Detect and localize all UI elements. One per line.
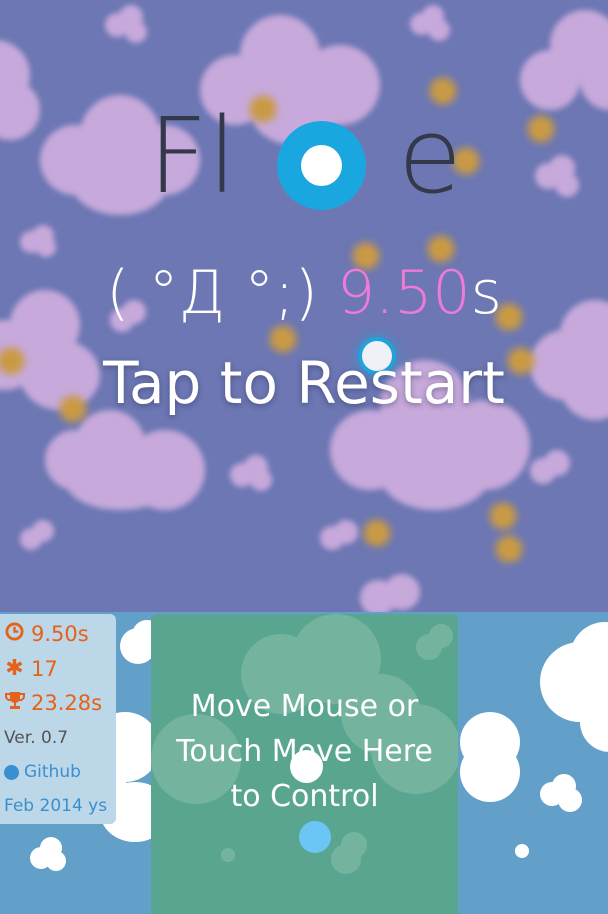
survival-time: 9.50 (336, 258, 471, 328)
stat-time: 9.50s (4, 622, 89, 646)
stat-stars: ✱ 17 (4, 656, 58, 681)
logo-ball-icon (277, 121, 366, 210)
touch-control-pad[interactable]: Move Mouse or Touch Move Here to Control (151, 614, 458, 914)
instruction-line: Move Mouse or (190, 689, 419, 724)
control-instructions: Move Mouse or Touch Move Here to Control (151, 684, 458, 819)
game-area[interactable]: Fl e ( °Д °;) 9.50s Tap to Restart (0, 0, 608, 612)
face-emoticon: ( °Д °;) (106, 258, 318, 328)
instruction-line: Touch Move Here (176, 734, 433, 769)
trophy-icon (4, 690, 25, 715)
instruction-line: to Control (230, 779, 379, 814)
star-pickup (366, 522, 388, 544)
release-date: Feb 2014 ys (4, 796, 108, 816)
control-cursor (299, 821, 331, 853)
github-link-label: Github (24, 762, 81, 782)
stat-best-value: 23.28s (31, 690, 103, 715)
star-pickup (498, 538, 520, 560)
version-label: Ver. 0.7 (4, 728, 69, 748)
github-link[interactable]: Github (4, 762, 81, 782)
asterisk-icon: ✱ (5, 656, 24, 681)
clock-icon (4, 622, 25, 646)
stats-panel: 9.50s ✱ 17 23.28s Ver. 0.7 Github Feb 20… (0, 614, 116, 824)
restart-button[interactable]: Tap to Restart (0, 345, 608, 421)
result-line: ( °Д °;) 9.50s (0, 255, 608, 331)
stat-stars-value: 17 (31, 656, 58, 681)
star-pickup (492, 505, 514, 527)
github-icon (4, 764, 19, 780)
time-unit: s (470, 258, 502, 328)
logo-text-left: Fl (148, 95, 237, 217)
stat-time-value: 9.50s (31, 622, 89, 646)
logo-text-right: e (398, 95, 462, 217)
stat-best: 23.28s (4, 690, 102, 715)
